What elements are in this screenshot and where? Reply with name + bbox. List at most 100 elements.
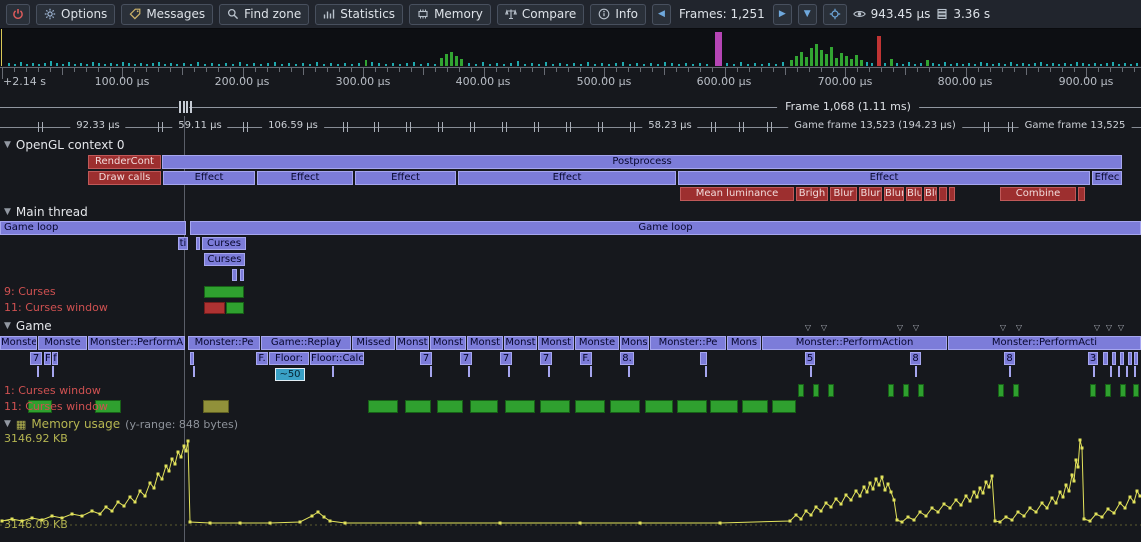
frame-bar[interactable]	[1034, 63, 1036, 66]
collapse-icon[interactable]: ▼	[4, 321, 11, 331]
frame-bar[interactable]	[365, 60, 367, 66]
frame-bar[interactable]	[267, 63, 269, 66]
frame-bar[interactable]	[820, 50, 823, 66]
subframe-label[interactable]: Game frame 13,525	[1019, 120, 1132, 131]
timeline-zone[interactable]: Draw calls	[88, 171, 161, 185]
frame-bar[interactable]	[1070, 64, 1072, 66]
frame-bar[interactable]	[20, 62, 22, 66]
frame-bar[interactable]	[44, 63, 46, 66]
timeline-zone[interactable]: Mons	[727, 336, 761, 350]
timeline-zone[interactable]: 8	[910, 352, 921, 365]
timeline-zone[interactable]: Monster::Pe	[650, 336, 726, 350]
plot-label[interactable]: 11: Curses window	[4, 301, 108, 314]
frame-bar[interactable]	[204, 64, 206, 66]
frame-bar[interactable]	[860, 60, 863, 66]
frame-bar[interactable]	[615, 63, 617, 66]
frame-bar[interactable]	[316, 62, 318, 66]
frame-bar[interactable]	[671, 63, 673, 66]
frame-bar[interactable]	[450, 52, 453, 66]
frame-bar[interactable]	[754, 63, 756, 66]
frame-bar[interactable]	[740, 62, 742, 66]
frame-bar[interactable]	[1082, 63, 1084, 66]
frame-bar[interactable]	[1118, 64, 1120, 66]
frame-label[interactable]: Frame 1,068 (1.11 ms)	[777, 100, 919, 113]
memory-button[interactable]: Memory	[409, 4, 491, 25]
frame-bar[interactable]	[914, 64, 916, 66]
frame-bar[interactable]	[1004, 64, 1006, 66]
frame-bar[interactable]	[475, 64, 477, 66]
timeline-zone[interactable]	[628, 366, 630, 377]
frame-bar[interactable]	[1088, 64, 1090, 66]
frame-bar[interactable]	[176, 64, 178, 66]
timeline-zone[interactable]: Brigh	[796, 187, 828, 201]
frame-bar[interactable]	[566, 64, 568, 66]
subframe-label[interactable]: Game frame 13,523 (194.23 µs)	[788, 120, 962, 131]
frame-bar[interactable]	[643, 64, 645, 66]
frame-bar[interactable]	[657, 64, 659, 66]
frame-bar[interactable]	[835, 58, 838, 66]
frame-bar[interactable]	[274, 62, 276, 66]
frame-bar[interactable]	[445, 54, 448, 66]
timeline-zone[interactable]	[705, 366, 707, 377]
frame-bar[interactable]	[980, 62, 982, 66]
frame-bar[interactable]	[302, 63, 304, 66]
timeline-zone[interactable]: Effect	[678, 171, 1090, 185]
timeline-zone[interactable]: Monster::PerformA	[88, 336, 185, 350]
frame-bar[interactable]	[1124, 63, 1126, 66]
section-header-game[interactable]: ▼Game	[4, 319, 52, 333]
frame-bar[interactable]	[580, 64, 582, 66]
timeline-zone[interactable]: Monst	[504, 336, 537, 350]
frame-bar[interactable]	[74, 64, 76, 66]
subframe-label[interactable]: 92.33 µs	[70, 120, 125, 131]
timeline-zone[interactable]: Monste	[0, 336, 37, 350]
timeline-zone[interactable]	[232, 269, 237, 281]
frame-bar[interactable]	[559, 63, 561, 66]
frame-bar[interactable]	[594, 64, 596, 66]
frame-bar[interactable]	[608, 64, 610, 66]
frame-bar[interactable]	[715, 32, 722, 66]
frame-bar[interactable]	[545, 62, 547, 66]
info-button[interactable]: Info	[590, 4, 646, 25]
plot-label[interactable]: 9: Curses	[4, 285, 56, 298]
frame-bar[interactable]	[460, 59, 463, 66]
frame-bar[interactable]	[225, 63, 227, 66]
statistics-button[interactable]: Statistics	[315, 4, 403, 25]
frame-bar[interactable]	[825, 54, 828, 66]
timeline-zone[interactable]	[193, 366, 195, 377]
timeline-zone[interactable]	[1134, 352, 1138, 365]
frame-bar[interactable]	[768, 63, 770, 66]
timeline-zone[interactable]	[700, 352, 707, 365]
frame-bar[interactable]	[678, 64, 680, 66]
frame-bar[interactable]	[685, 63, 687, 66]
message-marker[interactable]: ▽	[1118, 323, 1124, 332]
frame-bar[interactable]	[1064, 63, 1066, 66]
frame-bar[interactable]	[158, 62, 160, 66]
frame-bar[interactable]	[920, 63, 922, 66]
frame-bar[interactable]	[815, 44, 818, 66]
frame-bar[interactable]	[664, 62, 666, 66]
frame-bar[interactable]	[80, 63, 82, 66]
frame-bar[interactable]	[1022, 63, 1024, 66]
timeline-zone[interactable]: Monster::PerformActi	[948, 336, 1141, 350]
frame-bar[interactable]	[629, 64, 631, 66]
plot-label[interactable]: 1: Curses window	[4, 384, 101, 397]
frame-bar[interactable]	[726, 63, 728, 66]
timeline-zone[interactable]: F	[44, 352, 51, 365]
frame-bar[interactable]	[1136, 63, 1138, 66]
message-marker[interactable]: ▽	[897, 323, 903, 332]
timeline-zone[interactable]: Curses	[204, 253, 245, 266]
frame-bar[interactable]	[1040, 62, 1042, 66]
timeline-zone[interactable]	[1126, 366, 1128, 377]
frames-overview[interactable]	[0, 29, 1141, 66]
frame-bar[interactable]	[706, 64, 708, 66]
timeline-zone[interactable]: f	[52, 352, 58, 365]
frame-bar[interactable]	[974, 64, 976, 66]
frame-bar[interactable]	[330, 63, 332, 66]
timeline-zone[interactable]: Blur	[859, 187, 882, 201]
frame-bar[interactable]	[440, 58, 443, 66]
timeline-zone[interactable]: Combine	[1000, 187, 1076, 201]
frame-bar[interactable]	[116, 64, 118, 66]
timeline-zone[interactable]: ~50	[275, 368, 305, 381]
frame-bar[interactable]	[775, 64, 777, 66]
frame-bar[interactable]	[211, 63, 213, 66]
